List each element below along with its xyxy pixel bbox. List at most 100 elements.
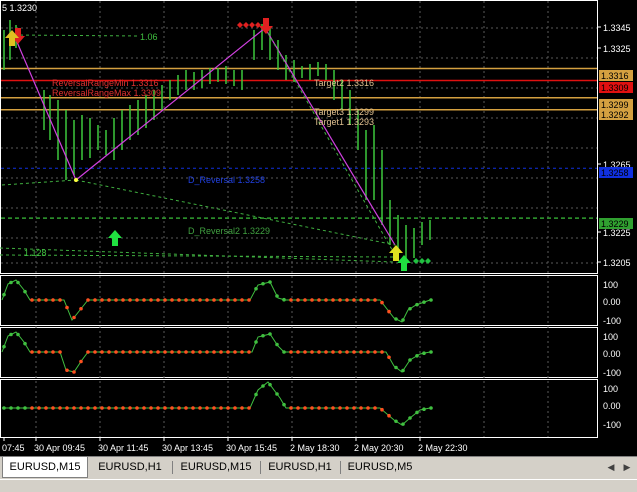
indicator-dot <box>366 298 370 302</box>
indicator-dot <box>261 384 265 388</box>
indicator-dot <box>401 318 405 322</box>
indicator-dot <box>184 406 188 410</box>
indicator-dot <box>114 298 118 302</box>
indicator-dot <box>268 332 272 336</box>
indicator-dot <box>380 407 384 412</box>
indicator-dot <box>142 350 146 354</box>
indicator-dot <box>72 315 76 320</box>
tab-separator <box>340 461 341 474</box>
indicator-dot <box>247 298 251 302</box>
indicator-dot <box>373 298 377 302</box>
indicator-dot <box>114 406 118 410</box>
indicator-dot <box>401 368 405 373</box>
indicator-dot <box>387 355 391 360</box>
indicator-dot <box>2 344 6 349</box>
indicator-dot <box>310 298 314 302</box>
tab-separator <box>172 461 173 474</box>
indicator-dot <box>121 298 125 302</box>
indicator-dot <box>331 406 335 410</box>
price-tick-label: 1.3345 <box>603 23 631 33</box>
indicator-dot <box>184 298 188 302</box>
indicator-dot <box>16 406 20 410</box>
indicator-dot <box>422 407 426 412</box>
indicator-dot <box>205 406 209 410</box>
indicator-dot <box>191 298 195 302</box>
indicator-dot <box>79 306 83 311</box>
indicator-dot <box>205 298 209 302</box>
indicator-dot <box>387 413 391 418</box>
indicator-dot <box>198 406 202 410</box>
tab-separator <box>260 461 261 474</box>
indicator-tick-label: 0.00 <box>603 401 621 411</box>
indicator-dot <box>100 350 104 354</box>
indicator-dot <box>275 294 279 298</box>
indicator-tick-label: 100 <box>603 332 618 342</box>
indicator-dot <box>16 280 20 285</box>
indicator-dot <box>2 406 6 410</box>
indicator-dot <box>261 333 265 338</box>
indicator-dot <box>23 341 27 346</box>
indicator-dot <box>401 422 405 426</box>
price-badge-label: 1.3229 <box>601 219 629 229</box>
indicator-dot <box>212 406 216 410</box>
indicator-dot <box>247 406 251 410</box>
indicator-dot <box>429 350 433 354</box>
indicator-dot <box>135 298 139 302</box>
indicator-dot <box>163 406 167 410</box>
scroll-right-icon[interactable]: ▶ <box>620 461 634 475</box>
tab-eurusd-m15-2[interactable]: EURUSD,M15 <box>176 459 256 476</box>
chart-tab-bar: EURUSD,M15 EURUSD,H1 EURUSD,M15 EURUSD,H… <box>0 456 637 479</box>
indicator-dot <box>156 298 160 302</box>
indicator-dot <box>387 309 391 314</box>
price-badge-label: 1.3258 <box>601 168 629 178</box>
indicator-dot <box>359 406 363 410</box>
time-label: 2 May 22:30 <box>418 443 468 453</box>
price-title: 5 1.3230 <box>2 3 37 13</box>
indicator-dot <box>205 350 209 354</box>
indicator-dot <box>44 350 48 354</box>
indicator-tick-label: 100 <box>603 384 618 394</box>
tab-eurusd-m15[interactable]: EURUSD,M15 <box>2 457 88 478</box>
indicator-dot <box>233 406 237 410</box>
indicator-dot <box>296 350 300 354</box>
indicator-dot <box>380 300 384 305</box>
indicator-dot <box>296 298 300 302</box>
indicator-dot <box>359 298 363 302</box>
tab-eurusd-h1-2[interactable]: EURUSD,H1 <box>264 459 336 476</box>
indicator-dot <box>51 298 55 302</box>
indicator-dot <box>352 406 356 410</box>
price-badge-label: 1.3316 <box>601 71 629 81</box>
tab-eurusd-h1[interactable]: EURUSD,H1 <box>92 459 168 476</box>
indicator-dot <box>324 298 328 302</box>
indicator-dot <box>338 350 342 354</box>
indicator-dot <box>65 368 69 373</box>
indicator-dot <box>254 286 258 291</box>
indicator-dot <box>44 298 48 302</box>
time-label: 07:45 <box>2 443 25 453</box>
indicator-dot <box>408 306 412 311</box>
indicator-dot <box>142 298 146 302</box>
indicator-dot <box>366 350 370 354</box>
indicator-dot <box>128 406 132 410</box>
indicator-dot <box>100 298 104 302</box>
indicator-dot <box>408 416 412 420</box>
chart-area[interactable]: 5 1.3230 1.06 1.128 ReversalRangeMin 1.3316… <box>0 0 637 491</box>
indicator-dot <box>79 406 83 410</box>
indicator-dot <box>408 358 412 362</box>
tab-eurusd-m5[interactable]: EURUSD,M5 <box>344 459 416 476</box>
indicator-dot <box>65 305 69 310</box>
indicator-dot <box>226 298 230 302</box>
scroll-left-icon[interactable]: ◀ <box>604 461 618 475</box>
indicator-dot <box>415 410 419 415</box>
indicator-dot <box>149 298 153 302</box>
indicator-tick-label: 100 <box>603 280 618 290</box>
indicator-dot <box>198 298 202 302</box>
indicator-dot <box>100 406 104 410</box>
indicator-dot <box>345 298 349 302</box>
indicator-dot <box>240 406 244 410</box>
indicator-dot <box>219 350 223 354</box>
indicator-dot <box>422 351 426 356</box>
indicator-dot <box>254 392 258 397</box>
indicator-dot <box>177 406 181 410</box>
indicator-dot <box>345 350 349 354</box>
